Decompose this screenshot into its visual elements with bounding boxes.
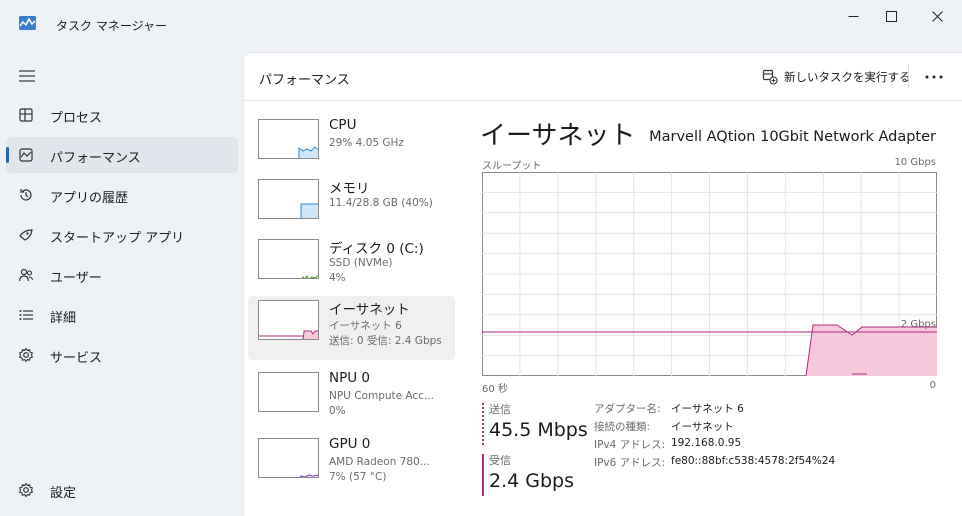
device-disk[interactable]: ディスク 0 (C:) SSD (NVMe) 4% (248, 235, 455, 299)
sidebar-item-label: アプリの履歴 (50, 191, 129, 206)
hamburger-menu-icon[interactable] (18, 69, 36, 83)
property-key: 接続の種類: (594, 421, 651, 433)
sidebar-item-label: 設定 (50, 486, 77, 501)
send-indicator (482, 403, 484, 445)
property-value: fe80::88bf:c538:4578:2f54%24 (671, 455, 836, 467)
device-npu[interactable]: NPU 0 NPU Compute Acc... 0% (248, 368, 455, 432)
device-name: イーサネット (329, 302, 410, 318)
graph-time-label: 60 秒 (482, 384, 508, 395)
device-gpu[interactable]: GPU 0 AMD Radeon 780... 7% (57 °C) (248, 434, 455, 498)
property-value: 192.168.0.95 (671, 437, 742, 449)
memory-mini-graph (258, 179, 319, 219)
minimize-icon (848, 15, 858, 17)
window-title: タスク マネージャー (56, 19, 167, 33)
device-memory[interactable]: メモリ 11.4/28.8 GB (40%) (248, 175, 455, 239)
graph-max-label: 10 Gbps (894, 157, 936, 168)
sidebar-item-label: 詳細 (50, 311, 77, 326)
property-key: アダプター名: (594, 403, 661, 415)
property-value: イーサネット (671, 421, 734, 433)
device-cpu[interactable]: CPU 29% 4.05 GHz (248, 115, 455, 179)
sidebar-item-label: プロセス (50, 111, 103, 126)
maximize-icon (885, 10, 897, 22)
settings-gear-icon (18, 482, 34, 498)
device-detail: NPU Compute Acc... (329, 390, 434, 402)
device-name: メモリ (329, 181, 370, 197)
adapter-name: Marvell AQtion 10Gbit Network Adapter (649, 129, 936, 145)
toolbar-divider (908, 65, 909, 89)
sidebar-item-processes[interactable]: プロセス (6, 97, 238, 133)
sidebar-item-services[interactable]: サービス (6, 337, 238, 373)
device-name: CPU (329, 117, 357, 133)
ethernet-mini-graph (258, 300, 319, 340)
sidebar: プロセス パフォーマンス アプリの履歴 スタートアップ アプリ ユーザー 詳細 … (0, 44, 243, 516)
more-icon (925, 75, 943, 79)
gpu-mini-graph (258, 438, 319, 478)
sidebar-item-startup-apps[interactable]: スタートアップ アプリ (6, 217, 238, 253)
device-detail: イーサネット 6 (329, 320, 402, 332)
startup-icon (19, 229, 33, 241)
property-key: IPv4 アドレス: (594, 439, 666, 451)
send-stat: 送信 45.5 Mbps (482, 401, 588, 445)
device-detail: 11.4/28.8 GB (40%) (329, 197, 433, 209)
history-icon (20, 189, 32, 201)
more-options-button[interactable] (920, 67, 948, 87)
details-icon (19, 310, 33, 320)
receive-value: 2.4 Gbps (489, 470, 574, 492)
device-detail: SSD (NVMe) (329, 257, 393, 269)
send-value: 45.5 Mbps (489, 419, 588, 441)
npu-mini-graph (258, 372, 319, 412)
graph-zero-label: 0 (929, 380, 936, 391)
disk-mini-graph (258, 239, 319, 279)
sidebar-item-details[interactable]: 詳細 (6, 297, 238, 333)
performance-icon (19, 148, 33, 162)
receive-label: 受信 (489, 454, 511, 467)
sidebar-item-settings[interactable]: 設定 (6, 472, 238, 508)
task-manager-app-icon (19, 16, 36, 30)
sidebar-item-label: ユーザー (50, 271, 102, 286)
run-new-task-button[interactable]: 新しいタスクを実行する (762, 66, 911, 88)
device-detail: AMD Radeon 780... (329, 456, 430, 468)
sidebar-item-performance[interactable]: パフォーマンス (6, 137, 238, 173)
device-name: GPU 0 (329, 436, 371, 452)
sidebar-item-app-history[interactable]: アプリの履歴 (6, 177, 238, 213)
toolbar: パフォーマンス 新しいタスクを実行する (244, 53, 962, 101)
throughput-graph (482, 172, 937, 376)
send-label: 送信 (489, 403, 511, 416)
close-button[interactable] (915, 2, 959, 30)
device-throughput: 送信: 0 受信: 2.4 Gbps (329, 335, 442, 347)
maximize-button[interactable] (869, 2, 913, 30)
graph-scale-label: 2 Gbps (900, 319, 936, 330)
active-indicator (6, 147, 9, 163)
receive-stat: 受信 2.4 Gbps (482, 452, 574, 496)
device-name: NPU 0 (329, 370, 371, 386)
services-icon (18, 347, 34, 363)
device-detail: 29% 4.05 GHz (329, 137, 404, 149)
new-task-icon (762, 69, 778, 85)
device-ethernet[interactable]: イーサネット イーサネット 6 送信: 0 受信: 2.4 Gbps (248, 296, 455, 360)
device-detail-title: イーサネット (480, 121, 636, 151)
users-icon (18, 268, 34, 282)
page-title: パフォーマンス (259, 73, 350, 88)
sidebar-item-users[interactable]: ユーザー (6, 257, 238, 293)
sidebar-item-label: パフォーマンス (50, 151, 141, 166)
cpu-mini-graph (258, 119, 319, 159)
sidebar-item-label: サービス (50, 351, 103, 366)
run-new-task-label: 新しいタスクを実行する (784, 70, 911, 84)
title-bar: タスク マネージャー (0, 0, 962, 44)
processes-icon (19, 108, 33, 122)
device-usage: 4% (329, 272, 346, 284)
property-value: イーサネット 6 (671, 403, 744, 415)
main-panel: パフォーマンス 新しいタスクを実行する CPU 29% 4.05 GHz メモリ… (243, 52, 962, 516)
device-usage: 0% (329, 405, 346, 417)
close-icon (931, 10, 943, 22)
device-usage: 7% (57 °C) (329, 471, 387, 483)
device-name: ディスク 0 (C:) (329, 241, 424, 257)
property-key: IPv6 アドレス: (594, 457, 666, 469)
graph-title: スループット (482, 161, 542, 172)
sidebar-item-label: スタートアップ アプリ (50, 231, 185, 246)
receive-indicator (482, 454, 484, 496)
